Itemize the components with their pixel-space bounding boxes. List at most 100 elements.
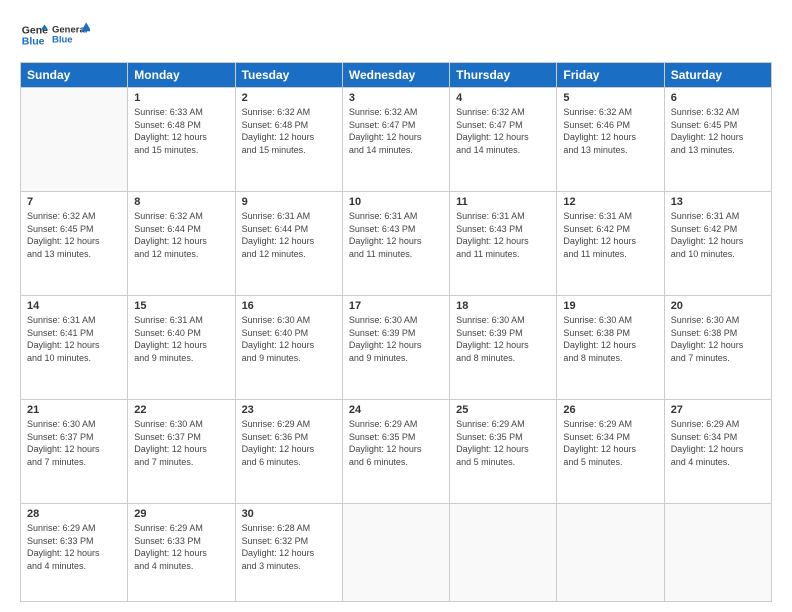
day-info: Sunrise: 6:29 AM Sunset: 6:34 PM Dayligh… xyxy=(671,418,765,468)
calendar-cell: 22 Sunrise: 6:30 AM Sunset: 6:37 PM Dayli… xyxy=(128,400,235,504)
calendar-cell: 18 Sunrise: 6:30 AM Sunset: 6:39 PM Dayli… xyxy=(450,296,557,400)
calendar-cell xyxy=(21,88,128,192)
calendar-cell xyxy=(557,504,664,602)
day-info: Sunrise: 6:31 AM Sunset: 6:43 PM Dayligh… xyxy=(349,210,443,260)
calendar-cell: 6 Sunrise: 6:32 AM Sunset: 6:45 PM Daylig… xyxy=(664,88,771,192)
day-number: 8 xyxy=(134,196,228,208)
day-info: Sunrise: 6:32 AM Sunset: 6:45 PM Dayligh… xyxy=(671,106,765,156)
calendar-cell xyxy=(664,504,771,602)
day-info: Sunrise: 6:32 AM Sunset: 6:44 PM Dayligh… xyxy=(134,210,228,260)
day-number: 15 xyxy=(134,300,228,312)
day-info: Sunrise: 6:28 AM Sunset: 6:32 PM Dayligh… xyxy=(242,522,336,572)
calendar-cell: 10 Sunrise: 6:31 AM Sunset: 6:43 PM Dayli… xyxy=(342,192,449,296)
day-number: 10 xyxy=(349,196,443,208)
calendar-cell: 25 Sunrise: 6:29 AM Sunset: 6:35 PM Dayli… xyxy=(450,400,557,504)
calendar-cell: 2 Sunrise: 6:32 AM Sunset: 6:48 PM Daylig… xyxy=(235,88,342,192)
day-number: 27 xyxy=(671,404,765,416)
page: General Blue General Blue Sunda xyxy=(0,0,792,612)
calendar-header-row: SundayMondayTuesdayWednesdayThursdayFrid… xyxy=(21,63,772,88)
day-number: 19 xyxy=(563,300,657,312)
calendar-week-row: 28 Sunrise: 6:29 AM Sunset: 6:33 PM Dayli… xyxy=(21,504,772,602)
day-number: 22 xyxy=(134,404,228,416)
day-number: 18 xyxy=(456,300,550,312)
calendar-cell: 19 Sunrise: 6:30 AM Sunset: 6:38 PM Dayli… xyxy=(557,296,664,400)
calendar-header-thursday: Thursday xyxy=(450,63,557,88)
day-info: Sunrise: 6:29 AM Sunset: 6:35 PM Dayligh… xyxy=(349,418,443,468)
day-number: 21 xyxy=(27,404,121,416)
day-number: 2 xyxy=(242,92,336,104)
day-info: Sunrise: 6:32 AM Sunset: 6:48 PM Dayligh… xyxy=(242,106,336,156)
day-number: 23 xyxy=(242,404,336,416)
calendar-cell: 17Sunrise: 6:30 AM Sunset: 6:39 PM Dayli… xyxy=(342,296,449,400)
day-number: 12 xyxy=(563,196,657,208)
day-info: Sunrise: 6:29 AM Sunset: 6:35 PM Dayligh… xyxy=(456,418,550,468)
calendar-cell: 15 Sunrise: 6:31 AM Sunset: 6:40 PM Dayli… xyxy=(128,296,235,400)
calendar-cell: 30 Sunrise: 6:28 AM Sunset: 6:32 PM Dayli… xyxy=(235,504,342,602)
logo-graphic: General Blue xyxy=(52,18,90,52)
day-number: 1 xyxy=(134,92,228,104)
logo-icon: General Blue xyxy=(20,21,48,49)
calendar-week-row: 7 Sunrise: 6:32 AM Sunset: 6:45 PM Daylig… xyxy=(21,192,772,296)
day-number: 17 xyxy=(349,300,443,312)
calendar-cell: 1 Sunrise: 6:33 AM Sunset: 6:48 PM Daylig… xyxy=(128,88,235,192)
calendar-cell: 14 Sunrise: 6:31 AM Sunset: 6:41 PM Dayli… xyxy=(21,296,128,400)
day-number: 30 xyxy=(242,508,336,520)
calendar-cell: 4Sunrise: 6:32 AM Sunset: 6:47 PM Daylig… xyxy=(450,88,557,192)
day-info: Sunrise: 6:31 AM Sunset: 6:42 PM Dayligh… xyxy=(563,210,657,260)
day-info: Sunrise: 6:33 AM Sunset: 6:48 PM Dayligh… xyxy=(134,106,228,156)
day-info: Sunrise: 6:29 AM Sunset: 6:36 PM Dayligh… xyxy=(242,418,336,468)
day-number: 25 xyxy=(456,404,550,416)
day-number: 13 xyxy=(671,196,765,208)
svg-text:Blue: Blue xyxy=(52,35,73,46)
day-info: Sunrise: 6:31 AM Sunset: 6:44 PM Dayligh… xyxy=(242,210,336,260)
day-number: 9 xyxy=(242,196,336,208)
calendar-cell: 3Sunrise: 6:32 AM Sunset: 6:47 PM Daylig… xyxy=(342,88,449,192)
calendar-cell: 5 Sunrise: 6:32 AM Sunset: 6:46 PM Daylig… xyxy=(557,88,664,192)
day-info: Sunrise: 6:29 AM Sunset: 6:33 PM Dayligh… xyxy=(134,522,228,572)
calendar-cell: 16 Sunrise: 6:30 AM Sunset: 6:40 PM Dayli… xyxy=(235,296,342,400)
day-info: Sunrise: 6:31 AM Sunset: 6:43 PM Dayligh… xyxy=(456,210,550,260)
day-number: 24 xyxy=(349,404,443,416)
calendar-cell: 13 Sunrise: 6:31 AM Sunset: 6:42 PM Dayli… xyxy=(664,192,771,296)
calendar-cell: 12 Sunrise: 6:31 AM Sunset: 6:42 PM Dayli… xyxy=(557,192,664,296)
day-number: 16 xyxy=(242,300,336,312)
day-number: 20 xyxy=(671,300,765,312)
calendar-cell: 8 Sunrise: 6:32 AM Sunset: 6:44 PM Daylig… xyxy=(128,192,235,296)
day-number: 14 xyxy=(27,300,121,312)
calendar-cell: 20Sunrise: 6:30 AM Sunset: 6:38 PM Dayli… xyxy=(664,296,771,400)
day-info: Sunrise: 6:32 AM Sunset: 6:45 PM Dayligh… xyxy=(27,210,121,260)
day-number: 11 xyxy=(456,196,550,208)
calendar-cell: 9 Sunrise: 6:31 AM Sunset: 6:44 PM Daylig… xyxy=(235,192,342,296)
calendar-cell: 24 Sunrise: 6:29 AM Sunset: 6:35 PM Dayli… xyxy=(342,400,449,504)
day-info: Sunrise: 6:30 AM Sunset: 6:37 PM Dayligh… xyxy=(27,418,121,468)
day-info: Sunrise: 6:31 AM Sunset: 6:40 PM Dayligh… xyxy=(134,314,228,364)
day-number: 4 xyxy=(456,92,550,104)
day-info: Sunrise: 6:29 AM Sunset: 6:33 PM Dayligh… xyxy=(27,522,121,572)
calendar-cell xyxy=(450,504,557,602)
calendar-cell xyxy=(342,504,449,602)
day-info: Sunrise: 6:32 AM Sunset: 6:46 PM Dayligh… xyxy=(563,106,657,156)
calendar-cell: 23 Sunrise: 6:29 AM Sunset: 6:36 PM Dayli… xyxy=(235,400,342,504)
calendar-cell: 27 Sunrise: 6:29 AM Sunset: 6:34 PM Dayli… xyxy=(664,400,771,504)
calendar-header-tuesday: Tuesday xyxy=(235,63,342,88)
logo: General Blue General Blue xyxy=(20,18,90,52)
day-info: Sunrise: 6:30 AM Sunset: 6:37 PM Dayligh… xyxy=(134,418,228,468)
day-info: Sunrise: 6:31 AM Sunset: 6:41 PM Dayligh… xyxy=(27,314,121,364)
day-info: Sunrise: 6:30 AM Sunset: 6:38 PM Dayligh… xyxy=(563,314,657,364)
day-number: 6 xyxy=(671,92,765,104)
calendar-week-row: 14 Sunrise: 6:31 AM Sunset: 6:41 PM Dayli… xyxy=(21,296,772,400)
day-info: Sunrise: 6:30 AM Sunset: 6:39 PM Dayligh… xyxy=(456,314,550,364)
day-number: 26 xyxy=(563,404,657,416)
calendar-week-row: 21 Sunrise: 6:30 AM Sunset: 6:37 PM Dayli… xyxy=(21,400,772,504)
calendar-header-friday: Friday xyxy=(557,63,664,88)
svg-text:Blue: Blue xyxy=(22,36,45,48)
day-number: 7 xyxy=(27,196,121,208)
day-info: Sunrise: 6:30 AM Sunset: 6:40 PM Dayligh… xyxy=(242,314,336,364)
day-number: 5 xyxy=(563,92,657,104)
day-info: Sunrise: 6:29 AM Sunset: 6:34 PM Dayligh… xyxy=(563,418,657,468)
day-info: Sunrise: 6:32 AM Sunset: 6:47 PM Dayligh… xyxy=(349,106,443,156)
day-number: 28 xyxy=(27,508,121,520)
day-number: 29 xyxy=(134,508,228,520)
calendar-cell: 29 Sunrise: 6:29 AM Sunset: 6:33 PM Dayli… xyxy=(128,504,235,602)
day-info: Sunrise: 6:31 AM Sunset: 6:42 PM Dayligh… xyxy=(671,210,765,260)
